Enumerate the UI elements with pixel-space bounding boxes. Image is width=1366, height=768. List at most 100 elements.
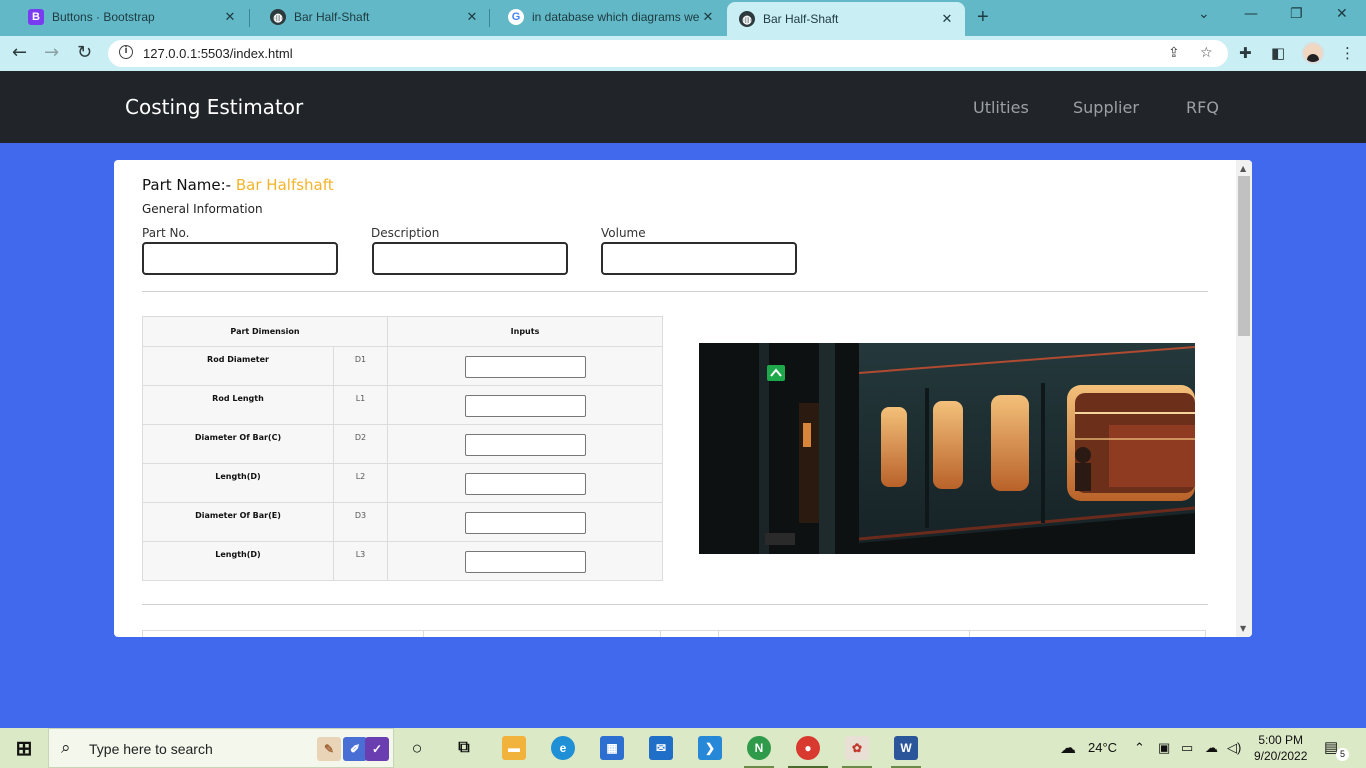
close-tab-icon[interactable]: ✕	[700, 9, 716, 25]
browser-tabstrip: B Buttons · Bootstrap ✕ ◍ Bar Half-Shaft…	[0, 0, 1366, 36]
nav-link-supplier[interactable]: Supplier	[1073, 98, 1139, 117]
length-d-l3-input[interactable]	[464, 551, 586, 573]
back-arrow-icon[interactable]: ←	[12, 42, 27, 63]
dimension-name: Rod Diameter	[142, 346, 334, 386]
dimension-name: Length(D)	[142, 463, 334, 503]
search-icon: ⌕	[61, 738, 71, 758]
rod-length-input[interactable]	[464, 395, 586, 417]
scroll-down-arrow-icon[interactable]: ▼	[1240, 624, 1246, 633]
length-d-input[interactable]	[464, 473, 586, 495]
clock-date: 9/20/2022	[1254, 749, 1308, 763]
part-no-input[interactable]	[142, 242, 338, 275]
diameter-of-bar-e-input[interactable]	[464, 512, 586, 534]
pencil-doodle-icon: ✐	[343, 737, 367, 761]
restore-icon[interactable]: ❐	[1290, 6, 1303, 22]
clipboard-doodle-icon: ✎	[317, 737, 341, 761]
dimension-code: D3	[333, 502, 388, 542]
dimension-name: Rod Length	[142, 385, 334, 425]
description-input[interactable]	[372, 242, 568, 275]
chrome-profile-n-icon[interactable]: N	[747, 736, 771, 760]
extensions-icon[interactable]: ✚	[1239, 44, 1252, 62]
network-icon[interactable]: ☁	[1205, 740, 1218, 756]
chevron-up-icon[interactable]: ⌃	[1134, 740, 1145, 756]
tab-title: Buttons · Bootstrap	[52, 10, 155, 24]
close-tab-icon[interactable]: ✕	[464, 9, 480, 25]
browser-tab-bootstrap[interactable]: B Buttons · Bootstrap ✕	[8, 0, 248, 34]
close-window-icon[interactable]: ✕	[1336, 6, 1348, 22]
dimension-name: Diameter Of Bar(E)	[142, 502, 334, 542]
close-tab-icon[interactable]: ✕	[939, 11, 955, 27]
globe-icon: ◍	[739, 11, 755, 27]
table-header-row: Part Dimension Inputs	[142, 316, 663, 347]
volume-input[interactable]	[601, 242, 797, 275]
part-name-value: Bar Halfshaft	[235, 176, 334, 194]
badge-doodle-icon: ✓	[365, 737, 389, 761]
input-cell	[387, 502, 663, 542]
cost-table-preview	[142, 630, 1206, 637]
input-cell	[387, 541, 663, 581]
volume-icon[interactable]: ◁)	[1227, 740, 1241, 756]
new-tab-button[interactable]: +	[977, 6, 989, 29]
bootstrap-icon: B	[28, 9, 44, 25]
volume-label: Volume	[601, 226, 646, 240]
forward-arrow-icon[interactable]: →	[44, 42, 59, 63]
card-scrollbar[interactable]: ▲ ▼	[1236, 160, 1252, 637]
address-bar[interactable]: i 127.0.0.1:5503/index.html ⇪ ☆	[108, 40, 1228, 67]
minimize-icon[interactable]: —	[1244, 6, 1258, 22]
scroll-thumb[interactable]	[1238, 176, 1250, 336]
weather-temperature[interactable]: 24°C	[1088, 740, 1117, 755]
share-icon[interactable]: ⇪	[1168, 45, 1180, 61]
description-label: Description	[371, 226, 440, 240]
search-placeholder: Type here to search	[89, 741, 213, 757]
globe-icon: ◍	[270, 9, 286, 25]
word-icon[interactable]: W	[894, 736, 918, 760]
bookmark-star-icon[interactable]: ☆	[1200, 45, 1213, 61]
side-panel-icon[interactable]: ◧	[1271, 44, 1285, 62]
input-cell	[387, 346, 663, 386]
part-dimension-table: Part Dimension Inputs Rod Diameter D1 Ro…	[142, 316, 663, 581]
browser-tab-google[interactable]: G in database which diagrams we w ✕	[488, 0, 726, 34]
cortana-icon[interactable]: ○	[405, 736, 429, 760]
profile-avatar[interactable]	[1302, 42, 1324, 64]
menu-dots-icon[interactable]: ⋮	[1340, 44, 1355, 62]
table-row: Length(D) L3	[142, 541, 663, 581]
input-cell	[387, 424, 663, 464]
part-no-label: Part No.	[142, 226, 190, 240]
browser-tab-active[interactable]: ◍ Bar Half-Shaft ✕	[727, 2, 965, 36]
header-part-dimension: Part Dimension	[142, 316, 388, 347]
mail-icon[interactable]: ✉	[649, 736, 673, 760]
train-photo	[699, 343, 1195, 554]
url-text[interactable]: 127.0.0.1:5503/index.html	[143, 46, 293, 61]
nav-link-utilities[interactable]: Utlities	[973, 98, 1029, 117]
microsoft-store-icon[interactable]: ▦	[600, 736, 624, 760]
nav-link-rfq[interactable]: RFQ	[1186, 98, 1219, 117]
brand-logo-text[interactable]: Costing Estimator	[125, 95, 303, 119]
windows-start-icon[interactable]: ⊞	[12, 736, 36, 760]
table-row: Diameter Of Bar(C) D2	[142, 424, 663, 464]
divider	[142, 291, 1208, 292]
weather-icon[interactable]: ☁	[1060, 738, 1076, 758]
chrome-icon[interactable]: ●	[796, 736, 820, 760]
meet-now-icon[interactable]: ▣	[1158, 740, 1170, 756]
diameter-of-bar-c-input[interactable]	[464, 434, 586, 456]
reload-icon[interactable]: ↻	[77, 42, 92, 63]
rod-diameter-input[interactable]	[464, 356, 586, 378]
dimension-name: Length(D)	[142, 541, 334, 581]
site-info-icon[interactable]: i	[119, 45, 133, 59]
table-row: Rod Diameter D1	[142, 346, 663, 386]
taskbar-clock[interactable]: 5:00 PM 9/20/2022	[1254, 732, 1307, 764]
scroll-up-arrow-icon[interactable]: ▲	[1240, 164, 1246, 173]
browser-toolbar: ← → ↻ i 127.0.0.1:5503/index.html ⇪ ☆ ✚ …	[0, 36, 1366, 71]
tab-search-chevron-icon[interactable]: ⌄	[1198, 6, 1210, 22]
edge-icon[interactable]: e	[551, 736, 575, 760]
browser-tab-bar-half-shaft[interactable]: ◍ Bar Half-Shaft ✕	[250, 0, 490, 34]
table-row: Length(D) L2	[142, 463, 663, 503]
task-view-icon[interactable]: ⧉	[452, 736, 476, 760]
clock-time: 5:00 PM	[1258, 733, 1304, 747]
vscode-icon[interactable]: ❯	[698, 736, 722, 760]
close-tab-icon[interactable]: ✕	[222, 9, 238, 25]
taskbar-search-box[interactable]: ⌕ Type here to search ✎ ✐ ✓	[48, 728, 394, 768]
battery-icon[interactable]: ▭	[1181, 740, 1193, 756]
file-explorer-icon[interactable]: ▬	[502, 736, 526, 760]
paint-icon[interactable]: ✿	[845, 736, 869, 760]
